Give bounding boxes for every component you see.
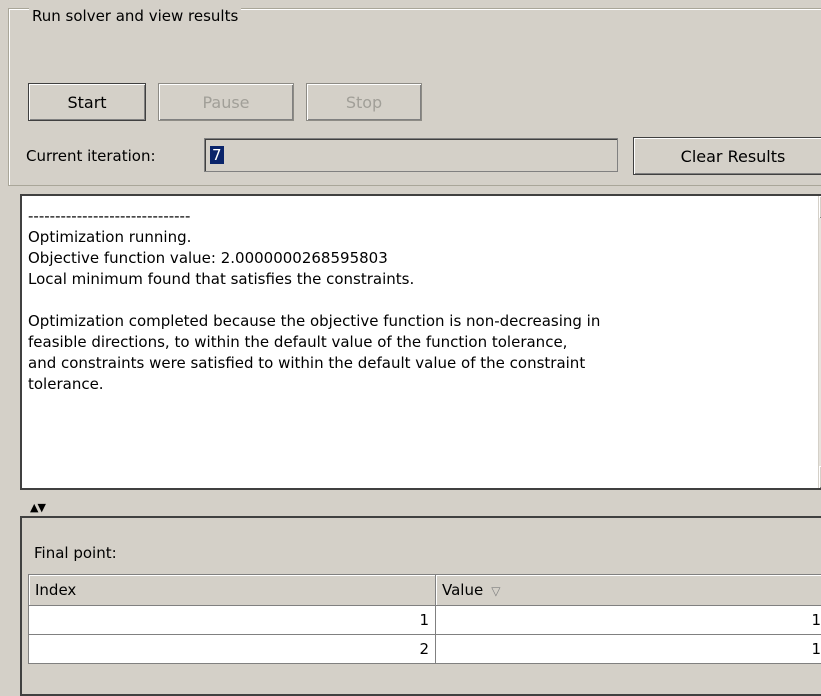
final-point-label: Final point:: [34, 544, 117, 562]
index-cell: 2: [29, 635, 436, 664]
table-row[interactable]: 2 1: [29, 635, 821, 664]
stop-button: Stop: [306, 83, 422, 121]
group-title: Run solver and view results: [29, 7, 241, 25]
results-text-area[interactable]: ------------------------------ Optimizat…: [20, 194, 821, 490]
final-point-panel: Final point: Index Value▽ 1 1 2 1: [20, 516, 821, 696]
split-divider-arrows-icon[interactable]: ▲▼: [30, 502, 45, 514]
sort-descending-icon: ▽: [491, 584, 500, 598]
clear-results-button[interactable]: Clear Results: [633, 137, 821, 175]
pause-button: Pause: [158, 83, 294, 121]
value-cell: 1: [436, 635, 821, 664]
value-cell: 1: [436, 606, 821, 635]
current-iteration-label: Current iteration:: [26, 147, 156, 165]
index-cell: 1: [29, 606, 436, 635]
current-iteration-field[interactable]: 7: [204, 138, 618, 172]
table-row[interactable]: 1 1: [29, 606, 821, 635]
column-header-index[interactable]: Index: [29, 575, 436, 606]
results-text: ------------------------------ Optimizat…: [28, 206, 808, 395]
start-button[interactable]: Start: [28, 83, 146, 121]
column-header-value[interactable]: Value▽: [436, 575, 821, 606]
final-point-table: Index Value▽ 1 1 2 1: [28, 574, 821, 664]
current-iteration-value: 7: [210, 146, 224, 164]
